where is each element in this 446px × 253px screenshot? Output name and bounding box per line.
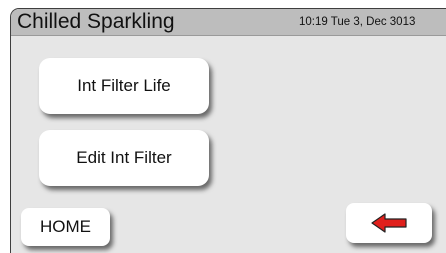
int-filter-life-button[interactable]: Int Filter Life xyxy=(39,58,209,114)
home-label: HOME xyxy=(40,217,91,236)
back-button[interactable] xyxy=(346,203,432,243)
int-filter-life-label: Int Filter Life xyxy=(77,76,171,95)
header-bar: Chilled Sparkling 10:19 Tue 3, Dec 3013 xyxy=(11,9,446,36)
touch-screen: Chilled Sparkling 10:19 Tue 3, Dec 3013 … xyxy=(10,8,446,253)
left-arrow-icon xyxy=(371,213,407,233)
page-title: Chilled Sparkling xyxy=(17,10,175,33)
edit-int-filter-label: Edit Int Filter xyxy=(76,148,172,167)
home-button[interactable]: HOME xyxy=(21,208,110,246)
date-time-display: 10:19 Tue 3, Dec 3013 xyxy=(299,16,416,28)
edit-int-filter-button[interactable]: Edit Int Filter xyxy=(39,130,209,186)
